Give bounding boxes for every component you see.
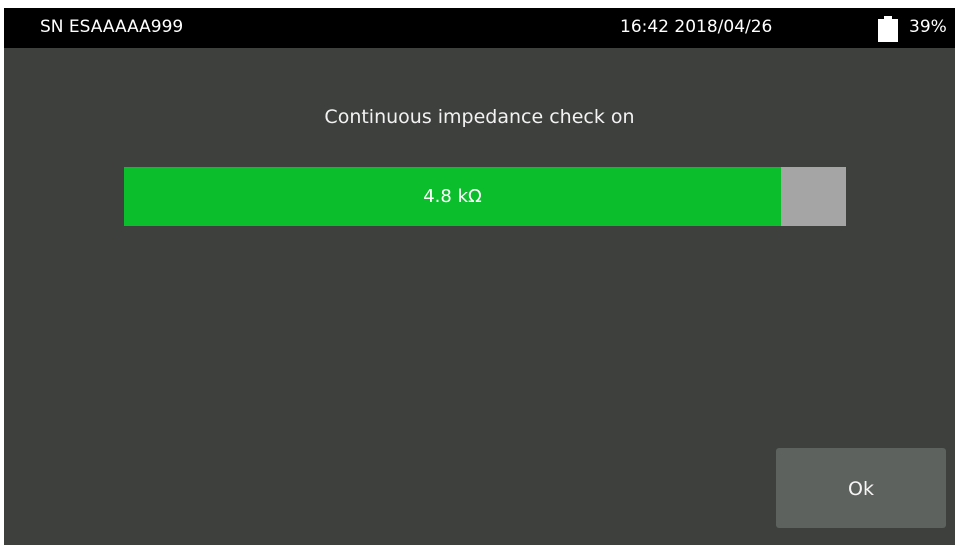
device-screen: SN ESAAAAA999 16:42 2018/04/26 39% Conti… <box>4 8 955 545</box>
battery-percentage: 39% <box>909 17 947 37</box>
battery-icon <box>878 16 898 42</box>
serial-number: SN ESAAAAA999 <box>40 17 184 37</box>
impedance-check-message: Continuous impedance check on <box>324 106 635 128</box>
impedance-bar: 4.8 kΩ <box>124 167 846 226</box>
date-time: 16:42 2018/04/26 <box>620 17 773 37</box>
impedance-value: 4.8 kΩ <box>423 186 482 207</box>
ok-button[interactable]: Ok <box>776 448 946 528</box>
status-bar: SN ESAAAAA999 16:42 2018/04/26 39% <box>4 8 955 48</box>
